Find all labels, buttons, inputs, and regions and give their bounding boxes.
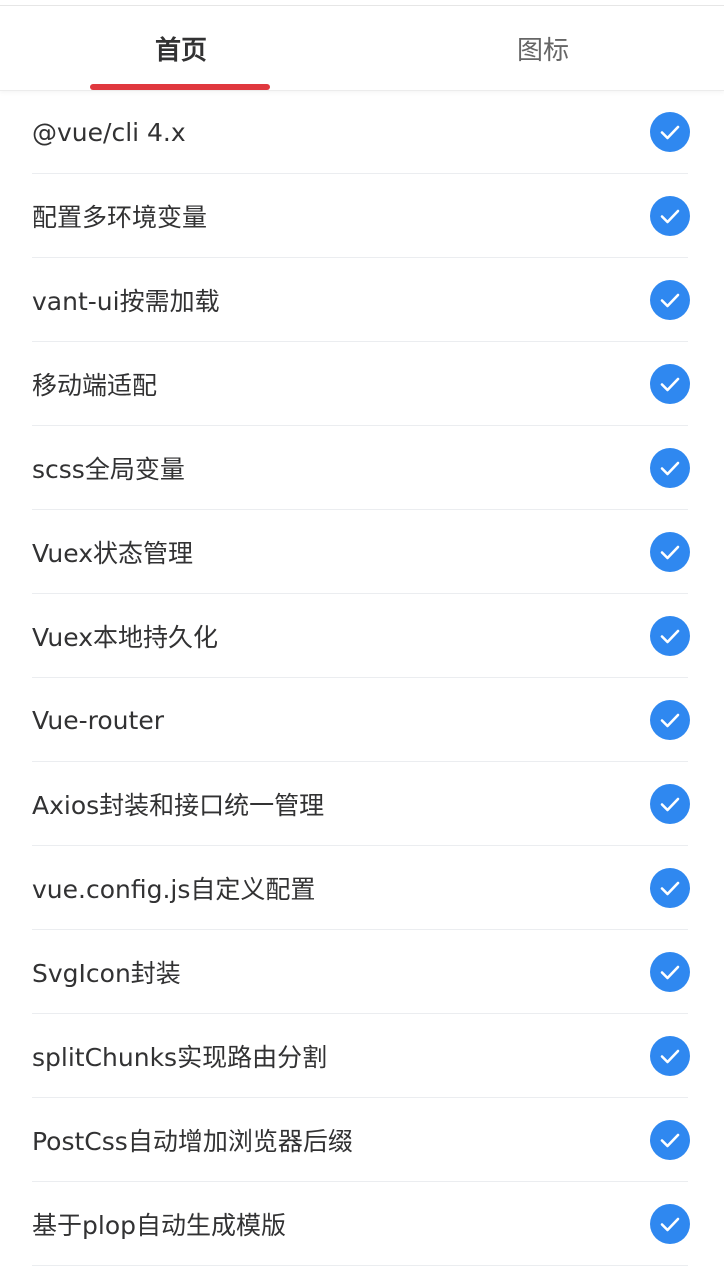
- list-item-label: SvgIcon封装: [32, 959, 181, 988]
- check-circle-icon: [650, 448, 690, 488]
- list-item: vant-ui按需加载: [0, 258, 724, 342]
- check-circle-icon: [650, 364, 690, 404]
- list-item: Axios封装和接口统一管理: [0, 762, 724, 846]
- tab-icons-label: 图标: [516, 35, 569, 66]
- list-item: 移动端适配: [0, 342, 724, 426]
- list-item: splitChunks实现路由分割: [0, 1014, 724, 1098]
- tab-home[interactable]: 首页: [0, 6, 362, 90]
- check-circle-icon: [650, 1120, 690, 1160]
- list-item: Vuex本地持久化: [0, 594, 724, 678]
- check-circle-icon: [650, 616, 690, 656]
- check-circle-icon: [650, 1036, 690, 1076]
- list-item: 配置多环境变量: [0, 174, 724, 258]
- tab-icons[interactable]: 图标: [362, 6, 724, 90]
- check-circle-icon: [650, 532, 690, 572]
- list-item: scss全局变量: [0, 426, 724, 510]
- feature-list: @vue/cli 4.x 配置多环境变量 vant-ui按需加载 移动端适配 s…: [0, 90, 724, 1266]
- list-item-label: splitChunks实现路由分割: [32, 1043, 328, 1072]
- list-item: Vue-router: [0, 678, 724, 762]
- list-item-label: Vue-router: [32, 705, 164, 735]
- list-item-label: Vuex本地持久化: [32, 623, 218, 652]
- check-circle-icon: [650, 196, 690, 236]
- list-item: 基于plop自动生成模版: [0, 1182, 724, 1266]
- check-circle-icon: [650, 700, 690, 740]
- list-item-label: @vue/cli 4.x: [32, 117, 186, 147]
- list-item-label: scss全局变量: [32, 455, 185, 484]
- check-circle-icon: [650, 784, 690, 824]
- list-item-label: PostCss自动增加浏览器后缀: [32, 1127, 353, 1156]
- list-item: PostCss自动增加浏览器后缀: [0, 1098, 724, 1182]
- check-circle-icon: [650, 1204, 690, 1244]
- list-item-label: vue.config.js自定义配置: [32, 875, 316, 904]
- tab-home-label: 首页: [154, 35, 207, 66]
- list-item-label: 基于plop自动生成模版: [32, 1211, 286, 1240]
- list-item: Vuex状态管理: [0, 510, 724, 594]
- list-item-label: Vuex状态管理: [32, 539, 193, 568]
- check-circle-icon: [650, 952, 690, 992]
- tab-bar: 首页 图标: [0, 6, 724, 91]
- list-item: vue.config.js自定义配置: [0, 846, 724, 930]
- list-item: SvgIcon封装: [0, 930, 724, 1014]
- list-item-label: vant-ui按需加载: [32, 287, 220, 316]
- check-circle-icon: [650, 280, 690, 320]
- check-circle-icon: [650, 868, 690, 908]
- list-item-label: Axios封装和接口统一管理: [32, 791, 325, 820]
- list-item: @vue/cli 4.x: [0, 90, 724, 174]
- app-root: 首页 图标 @vue/cli 4.x 配置多环境变量 vant-ui按需加载 移…: [0, 0, 724, 1280]
- list-item-label: 配置多环境变量: [32, 203, 208, 232]
- list-item-label: 移动端适配: [32, 371, 158, 400]
- check-circle-icon: [650, 112, 690, 152]
